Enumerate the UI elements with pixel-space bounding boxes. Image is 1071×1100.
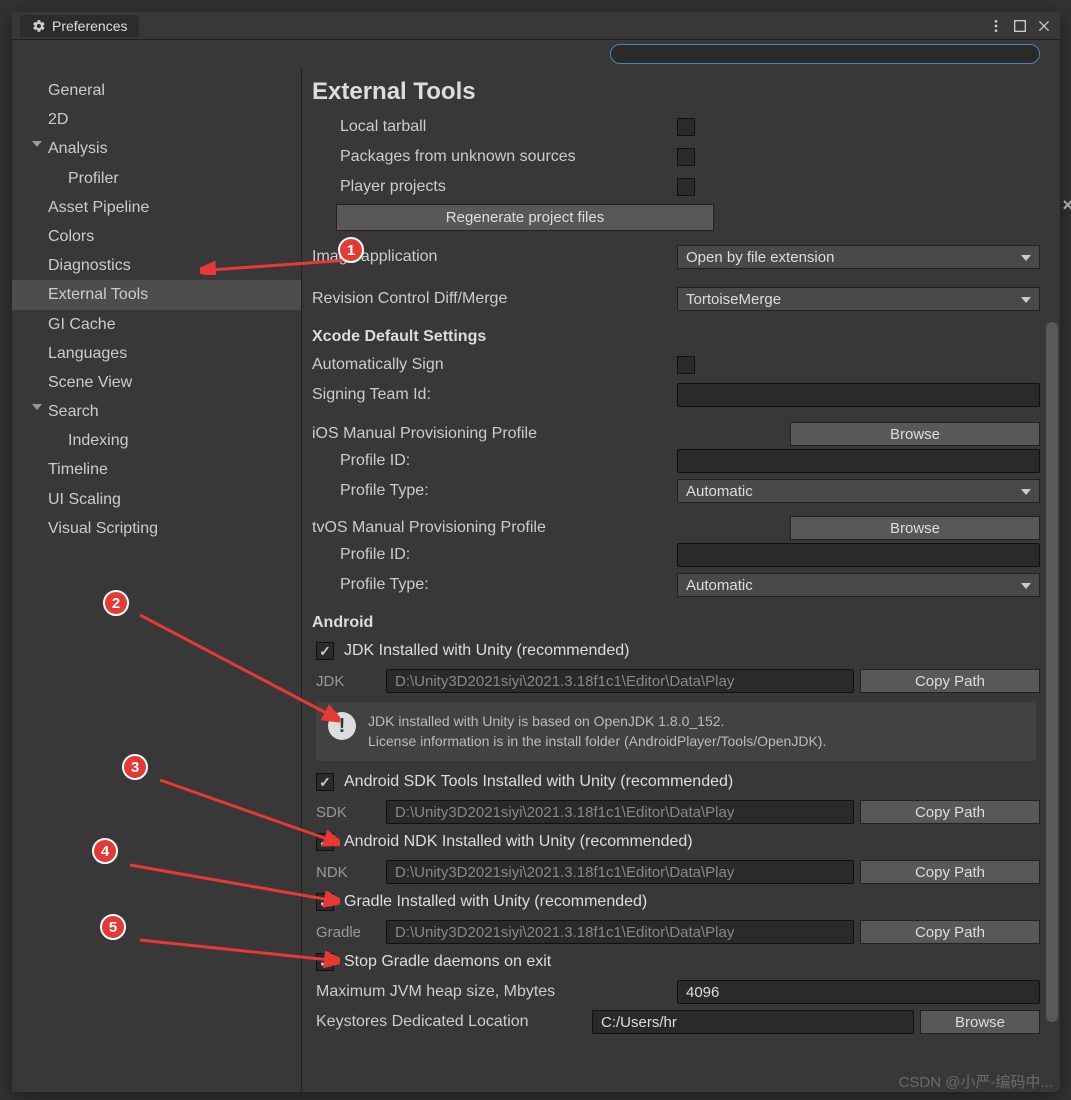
info-jdk: ! JDK installed with Unity is based on O… <box>316 702 1036 761</box>
sidebar-item-external-tools[interactable]: External Tools <box>12 280 301 309</box>
dropdown-tvos-profile-type[interactable]: Automatic <box>677 573 1040 597</box>
dropdown-revision-control[interactable]: TortoiseMerge <box>677 287 1040 311</box>
sidebar-item-general[interactable]: General <box>12 76 301 105</box>
sidebar-item-visual-scripting[interactable]: Visual Scripting <box>12 514 301 543</box>
external-close-icon: × <box>1062 195 1071 216</box>
tab-label: Preferences <box>52 18 127 34</box>
header-android: Android <box>312 614 1040 632</box>
input-ndk-path[interactable] <box>386 860 854 884</box>
label-tvos-profile-type: Profile Type: <box>312 576 677 594</box>
label-max-jvm: Maximum JVM heap size, Mbytes <box>312 983 677 1001</box>
checkbox-sdk[interactable] <box>316 773 334 791</box>
dropdown-image-application[interactable]: Open by file extension <box>677 245 1040 269</box>
checkbox-local-tarball[interactable] <box>677 118 695 136</box>
label-packages-unknown: Packages from unknown sources <box>312 148 677 166</box>
copy-ndk-button[interactable]: Copy Path <box>860 860 1040 884</box>
sidebar-item-languages[interactable]: Languages <box>12 339 301 368</box>
copy-gradle-button[interactable]: Copy Path <box>860 920 1040 944</box>
header-ios-profile: iOS Manual Provisioning Profile <box>312 425 790 443</box>
chevron-down-icon <box>32 404 42 410</box>
input-gradle-path[interactable] <box>386 920 854 944</box>
titlebar: Preferences <box>12 12 1060 40</box>
sidebar-item-scene-view[interactable]: Scene View <box>12 368 301 397</box>
sidebar-item-gi-cache[interactable]: GI Cache <box>12 310 301 339</box>
sidebar-item-colors[interactable]: Colors <box>12 222 301 251</box>
main-panel: External Tools Local tarball Packages fr… <box>302 68 1060 1092</box>
sidebar-item-profiler[interactable]: Profiler <box>12 164 301 193</box>
label-image-application: Image application <box>312 248 677 266</box>
page-title: External Tools <box>312 78 1040 106</box>
browse-keystore-button[interactable]: Browse <box>920 1010 1040 1034</box>
sidebar-item-2d[interactable]: 2D <box>12 105 301 134</box>
dropdown-ios-profile-type[interactable]: Automatic <box>677 479 1040 503</box>
watermark: CSDN @小严-编码中... <box>899 1071 1053 1092</box>
label-signing-team: Signing Team Id: <box>312 386 677 404</box>
browse-ios-button[interactable]: Browse <box>790 422 1040 446</box>
browse-tvos-button[interactable]: Browse <box>790 516 1040 540</box>
label-keystore: Keystores Dedicated Location <box>312 1013 592 1031</box>
label-ndk: NDK <box>316 864 380 881</box>
sidebar-item-timeline[interactable]: Timeline <box>12 455 301 484</box>
label-gradle: Gradle <box>316 924 380 941</box>
sidebar-item-search[interactable]: Search <box>12 397 301 426</box>
sidebar-item-indexing[interactable]: Indexing <box>12 426 301 455</box>
label-auto-sign: Automatically Sign <box>312 356 677 374</box>
header-tvos-profile: tvOS Manual Provisioning Profile <box>312 519 790 537</box>
checkbox-gradle[interactable] <box>316 893 334 911</box>
sidebar-item-diagnostics[interactable]: Diagnostics <box>12 251 301 280</box>
chevron-down-icon <box>32 141 42 147</box>
label-gradle-check: Gradle Installed with Unity (recommended… <box>344 893 647 911</box>
checkbox-jdk[interactable] <box>316 642 334 660</box>
sidebar-item-asset-pipeline[interactable]: Asset Pipeline <box>12 193 301 222</box>
close-icon[interactable] <box>1036 18 1052 34</box>
searchbar <box>12 40 1060 68</box>
checkbox-stop-gradle[interactable] <box>316 953 334 971</box>
copy-sdk-button[interactable]: Copy Path <box>860 800 1040 824</box>
input-signing-team[interactable] <box>677 383 1040 407</box>
label-local-tarball: Local tarball <box>312 118 677 136</box>
copy-jdk-button[interactable]: Copy Path <box>860 669 1040 693</box>
sidebar-item-analysis[interactable]: Analysis <box>12 134 301 163</box>
label-player-projects: Player projects <box>312 178 677 196</box>
checkbox-packages-unknown[interactable] <box>677 148 695 166</box>
input-sdk-path[interactable] <box>386 800 854 824</box>
label-jdk: JDK <box>316 673 380 690</box>
label-jdk-check: JDK Installed with Unity (recommended) <box>344 642 629 660</box>
label-revision-control: Revision Control Diff/Merge <box>312 290 677 308</box>
sidebar: General 2D Analysis Profiler Asset Pipel… <box>12 68 302 1092</box>
label-ndk-check: Android NDK Installed with Unity (recomm… <box>344 833 693 851</box>
gear-icon <box>32 19 46 33</box>
label-sdk-check: Android SDK Tools Installed with Unity (… <box>344 773 733 791</box>
input-ios-profile-id[interactable] <box>677 449 1040 473</box>
label-sdk: SDK <box>316 804 380 821</box>
header-xcode: Xcode Default Settings <box>312 328 1040 346</box>
tab-preferences[interactable]: Preferences <box>20 15 139 37</box>
preferences-window: Preferences General 2D Analysis Profiler… <box>12 12 1060 1092</box>
input-tvos-profile-id[interactable] <box>677 543 1040 567</box>
menu-icon[interactable] <box>988 18 1004 34</box>
label-ios-profile-id: Profile ID: <box>312 452 677 470</box>
checkbox-ndk[interactable] <box>316 833 334 851</box>
sidebar-item-ui-scaling[interactable]: UI Scaling <box>12 485 301 514</box>
label-ios-profile-type: Profile Type: <box>312 482 677 500</box>
input-jdk-path[interactable] <box>386 669 854 693</box>
search-input[interactable] <box>610 44 1040 64</box>
label-tvos-profile-id: Profile ID: <box>312 546 677 564</box>
label-stop-gradle: Stop Gradle daemons on exit <box>344 953 551 971</box>
maximize-icon[interactable] <box>1012 18 1028 34</box>
input-keystore[interactable] <box>592 1010 914 1034</box>
input-max-jvm[interactable] <box>677 980 1040 1004</box>
checkbox-auto-sign[interactable] <box>677 356 695 374</box>
scrollbar-thumb[interactable] <box>1046 322 1058 1022</box>
regenerate-button[interactable]: Regenerate project files <box>336 204 714 231</box>
info-icon: ! <box>328 712 356 740</box>
checkbox-player-projects[interactable] <box>677 178 695 196</box>
